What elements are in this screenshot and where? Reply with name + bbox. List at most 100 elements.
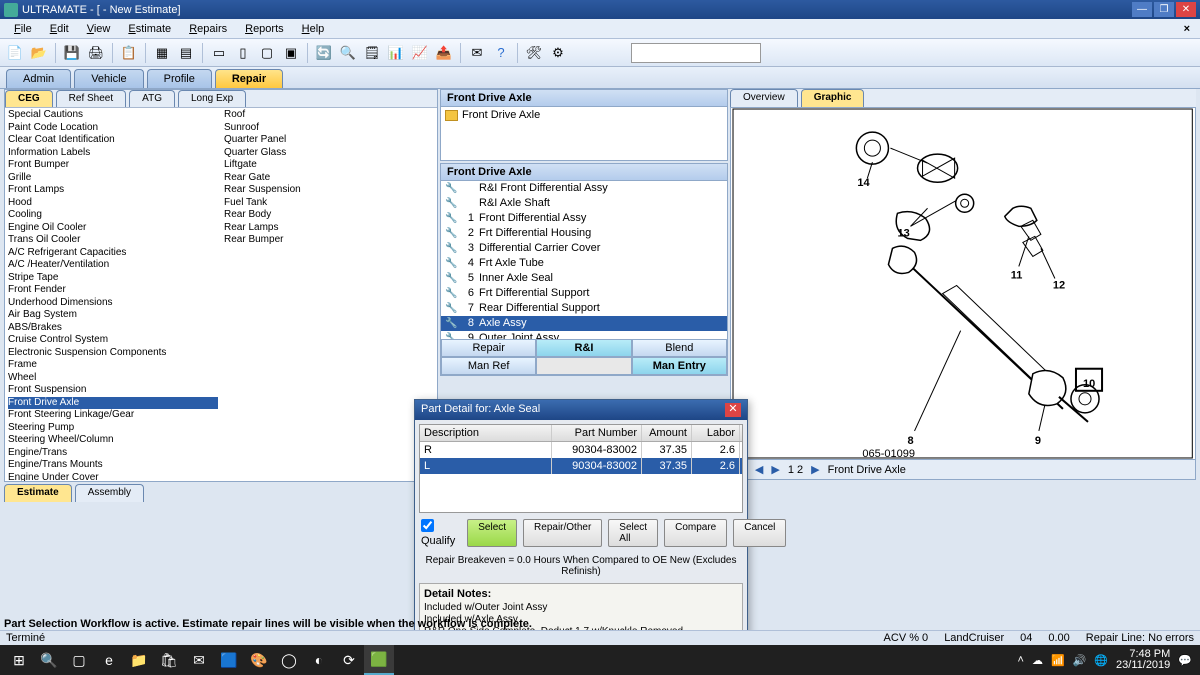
group-item[interactable]: Engine Oil Cooler xyxy=(8,222,218,235)
dialog-cancel-button[interactable]: Cancel xyxy=(733,519,786,547)
grid-col-header[interactable]: Amount xyxy=(642,425,692,441)
tray-vol-icon[interactable]: 🔊 xyxy=(1073,654,1087,667)
part-row[interactable]: 🔧1Front Differential Assy xyxy=(441,211,727,226)
notification-icon[interactable]: 💬 xyxy=(1178,654,1192,667)
chrome-icon[interactable]: ◯ xyxy=(274,645,304,675)
group-item[interactable]: Rear Lamps xyxy=(224,222,434,235)
taskview-icon[interactable]: ▢ xyxy=(64,645,94,675)
group-item[interactable]: Front Suspension xyxy=(8,384,218,397)
group-item[interactable]: Front Steering Linkage/Gear xyxy=(8,409,218,422)
menu-view[interactable]: View xyxy=(79,21,119,37)
layout2-icon[interactable]: ▯ xyxy=(232,42,254,64)
app1-icon[interactable]: 🟦 xyxy=(214,645,244,675)
grid2-icon[interactable]: ▤ xyxy=(175,42,197,64)
part-row[interactable]: 🔧3Differential Carrier Cover xyxy=(441,241,727,256)
part-row[interactable]: 🔧2Frt Differential Housing xyxy=(441,226,727,241)
tray-up-icon[interactable]: ˄ xyxy=(1018,654,1024,666)
menu-help[interactable]: Help xyxy=(294,21,333,37)
group-item[interactable]: Quarter Glass xyxy=(224,147,434,160)
group-item[interactable]: Steering Wheel/Column xyxy=(8,434,218,447)
search-taskbar-icon[interactable]: 🔍 xyxy=(34,645,64,675)
app2-icon[interactable]: 🎨 xyxy=(244,645,274,675)
group-item[interactable]: Clear Coat Identification xyxy=(8,134,218,147)
copy-icon[interactable]: 📋 xyxy=(118,42,140,64)
group-item[interactable]: Engine/Trans Mounts xyxy=(8,459,218,472)
subtab-atg[interactable]: ATG xyxy=(129,90,175,107)
group-item[interactable]: Stripe Tape xyxy=(8,272,218,285)
tray-lang-icon[interactable]: 🌐 xyxy=(1094,654,1108,667)
group-item[interactable]: Front Drive Axle xyxy=(8,397,218,410)
mail-taskbar-icon[interactable]: ✉ xyxy=(184,645,214,675)
store-icon[interactable]: 🛍 xyxy=(154,645,184,675)
windows-taskbar[interactable]: ⊞ 🔍 ▢ e 📁 🛍 ✉ 🟦 🎨 ◯ ◐ ⟳ 🟩 ˄ ☁ 📶 🔊 🌐 7:48… xyxy=(0,645,1200,675)
group-item[interactable]: A/C Refrigerant Capacities xyxy=(8,247,218,260)
group-item[interactable]: Wheel xyxy=(8,372,218,385)
subtab-long-exp[interactable]: Long Exp xyxy=(178,90,246,107)
group-item[interactable]: Front Lamps xyxy=(8,184,218,197)
mdi-close-button[interactable]: × xyxy=(1180,23,1194,35)
start-button[interactable]: ⊞ xyxy=(4,645,34,675)
maximize-button[interactable]: ❐ xyxy=(1154,2,1174,17)
dialog-compare-button[interactable]: Compare xyxy=(664,519,727,547)
grid-col-header[interactable]: Labor xyxy=(692,425,740,441)
op-button-man-ref[interactable]: Man Ref xyxy=(441,357,536,375)
lowtab-assembly[interactable]: Assembly xyxy=(75,484,144,502)
calc-icon[interactable]: 🗒 xyxy=(361,42,383,64)
explorer-icon[interactable]: 📁 xyxy=(124,645,154,675)
group-item[interactable]: Liftgate xyxy=(224,159,434,172)
parts-list[interactable]: 🔧R&I Front Differential Assy🔧R&I Axle Sh… xyxy=(441,181,727,339)
toolbar-search-input[interactable] xyxy=(631,43,761,63)
layout3-icon[interactable]: ▢ xyxy=(256,42,278,64)
open-icon[interactable]: 📂 xyxy=(28,42,50,64)
dialog-repair-other-button[interactable]: Repair/Other xyxy=(523,519,602,547)
chart-icon[interactable]: 📈 xyxy=(409,42,431,64)
app4-icon[interactable]: ⟳ xyxy=(334,645,364,675)
menu-file[interactable]: File xyxy=(6,21,40,37)
part-row[interactable]: 🔧4Frt Axle Tube xyxy=(441,256,727,271)
tab-repair[interactable]: Repair xyxy=(215,69,283,88)
group-item[interactable]: Rear Gate xyxy=(224,172,434,185)
group-item[interactable]: Information Labels xyxy=(8,147,218,160)
op-button-man-entry[interactable]: Man Entry xyxy=(632,357,727,375)
dialog-select-button[interactable]: Select xyxy=(467,519,517,547)
rtab-graphic[interactable]: Graphic xyxy=(801,89,865,107)
group-item[interactable]: Engine Under Cover xyxy=(8,472,218,482)
table-icon[interactable]: 📊 xyxy=(385,42,407,64)
grid1-icon[interactable]: ▦ xyxy=(151,42,173,64)
group-item[interactable]: Fuel Tank xyxy=(224,197,434,210)
group-item[interactable]: Cooling xyxy=(8,209,218,222)
group-item[interactable]: Trans Oil Cooler xyxy=(8,234,218,247)
print-icon[interactable]: 🖨 xyxy=(85,42,107,64)
subtab-ref-sheet[interactable]: Ref Sheet xyxy=(56,90,126,107)
part-row[interactable]: 🔧7Rear Differential Support xyxy=(441,301,727,316)
menu-edit[interactable]: Edit xyxy=(42,21,77,37)
tray-net-icon[interactable]: 📶 xyxy=(1051,654,1065,667)
diag-prev-button[interactable]: ◀ xyxy=(755,463,763,476)
save-icon[interactable]: 💾 xyxy=(61,42,83,64)
group-item[interactable]: Steering Pump xyxy=(8,422,218,435)
op-button-blend[interactable]: Blend xyxy=(632,339,727,357)
group-item[interactable]: Front Fender xyxy=(8,284,218,297)
help-icon[interactable]: ? xyxy=(490,42,512,64)
menu-reports[interactable]: Reports xyxy=(237,21,292,37)
edge-icon[interactable]: e xyxy=(94,645,124,675)
group-item[interactable]: Hood xyxy=(8,197,218,210)
op-button-repair[interactable]: Repair xyxy=(441,339,536,357)
lowtab-estimate[interactable]: Estimate xyxy=(4,484,72,502)
part-row[interactable]: 🔧R&I Axle Shaft xyxy=(441,196,727,211)
taskbar-clock[interactable]: 7:48 PM 23/11/2019 xyxy=(1116,649,1170,671)
grid-col-header[interactable]: Description xyxy=(420,425,552,441)
group-item[interactable]: Rear Body xyxy=(224,209,434,222)
tray-cloud-icon[interactable]: ☁ xyxy=(1032,654,1043,667)
group-item[interactable]: Rear Bumper xyxy=(224,234,434,247)
diagram-viewer[interactable]: 14 13 11 12 8 9 10 065-01099 xyxy=(730,107,1196,460)
group-item[interactable]: A/C /Heater/Ventilation xyxy=(8,259,218,272)
dialog-select-all-button[interactable]: Select All xyxy=(608,519,658,547)
group-item[interactable]: Roof xyxy=(224,109,434,122)
close-button[interactable]: ✕ xyxy=(1176,2,1196,17)
group-item[interactable]: Sunroof xyxy=(224,122,434,135)
new-icon[interactable]: 📄 xyxy=(4,42,26,64)
diag-play-button[interactable]: ▶ xyxy=(811,463,819,476)
qualify-checkbox[interactable]: Qualify xyxy=(421,519,455,547)
minimize-button[interactable]: — xyxy=(1132,2,1152,17)
